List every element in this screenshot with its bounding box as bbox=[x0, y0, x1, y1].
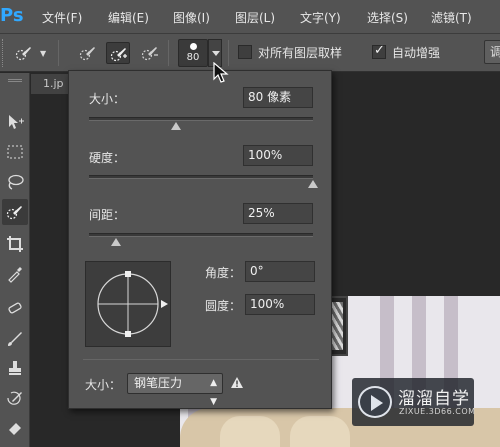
eyedropper-icon bbox=[8, 267, 22, 283]
popup-divider bbox=[83, 359, 319, 360]
angle-input[interactable]: 0° bbox=[245, 261, 315, 282]
size-control-value: 钢笔压力 bbox=[134, 376, 183, 390]
crop-icon bbox=[7, 236, 23, 252]
watermark-title: 溜溜自学 bbox=[398, 389, 470, 409]
menu-image[interactable]: 图像(I) bbox=[173, 9, 210, 26]
bandage-icon bbox=[8, 302, 22, 314]
brush-preset-picker[interactable]: 80 bbox=[178, 39, 208, 67]
size-control-select[interactable]: 钢笔压力 ▲ ▼ bbox=[127, 373, 223, 407]
eraser-tool[interactable] bbox=[2, 415, 28, 441]
refine-edge-button[interactable]: 调 bbox=[484, 40, 500, 64]
size-label: 大小： bbox=[89, 92, 126, 106]
tool-preset-picker[interactable] bbox=[12, 42, 36, 64]
separator bbox=[58, 40, 59, 66]
eraser-icon bbox=[9, 423, 21, 435]
sample-all-layers-checkbox[interactable] bbox=[238, 45, 252, 59]
menu-filter[interactable]: 滤镜(T) bbox=[431, 9, 472, 26]
roundness-input[interactable]: 100% bbox=[245, 294, 315, 315]
sample-all-layers-label: 对所有图层取样 bbox=[258, 46, 343, 60]
sofa-cushion bbox=[220, 416, 280, 447]
size-input[interactable]: 80 像素 bbox=[243, 87, 313, 108]
preset-dropdown-icon[interactable]: ▼ bbox=[40, 49, 46, 58]
size-control-label: 大小： bbox=[85, 378, 122, 392]
hardness-slider-thumb[interactable] bbox=[308, 180, 318, 188]
sofa-cushion bbox=[290, 416, 350, 447]
watermark-url: ZIXUE.3D66.COM bbox=[399, 407, 476, 416]
stamp-icon bbox=[9, 361, 21, 375]
updown-chevron-icon: ▲ ▼ bbox=[210, 378, 217, 407]
crop-tool[interactable] bbox=[2, 231, 28, 257]
brush-add-icon bbox=[110, 48, 127, 62]
brush-preset-popup: 大小： 80 像素 硬度： 100% 间距： 25% 角度： 0° 圆度： 10… bbox=[68, 70, 332, 409]
quick-selection-icon bbox=[6, 206, 22, 220]
tools-panel bbox=[0, 73, 30, 447]
play-logo-icon bbox=[358, 386, 392, 418]
menu-edit[interactable]: 编辑(E) bbox=[108, 9, 149, 26]
menu-file[interactable]: 文件(F) bbox=[42, 9, 82, 26]
roundness-label: 圆度： bbox=[205, 299, 242, 313]
quick-selection-icon bbox=[15, 47, 31, 61]
tools-grip[interactable] bbox=[8, 79, 22, 82]
brush-subtract-icon bbox=[141, 47, 158, 61]
eyedropper-tool[interactable] bbox=[2, 261, 28, 287]
warning-icon bbox=[231, 377, 243, 388]
brush-icon bbox=[8, 332, 22, 346]
size-slider[interactable] bbox=[89, 117, 313, 130]
lasso-icon bbox=[8, 174, 24, 190]
options-grip[interactable] bbox=[2, 39, 5, 67]
add-to-selection-button[interactable] bbox=[106, 42, 130, 64]
spacing-label: 间距： bbox=[89, 208, 126, 222]
move-icon bbox=[9, 115, 24, 129]
hardness-slider[interactable] bbox=[89, 175, 318, 188]
brush-tip-shape-icon bbox=[97, 271, 168, 337]
size-slider-thumb[interactable] bbox=[171, 122, 181, 130]
menu-layer[interactable]: 图层(L) bbox=[235, 9, 275, 26]
brush-tool[interactable] bbox=[2, 325, 28, 351]
hardness-label: 硬度： bbox=[89, 151, 126, 165]
brush-tip-icon bbox=[190, 43, 197, 50]
marquee-tool[interactable] bbox=[2, 139, 28, 165]
document-tab-title: 1.jp bbox=[43, 77, 64, 90]
history-brush-tool[interactable] bbox=[2, 385, 28, 411]
watermark: 溜溜自学 ZIXUE.3D66.COM bbox=[352, 378, 476, 426]
auto-enhance-label: 自动增强 bbox=[392, 46, 441, 60]
auto-enhance-checkbox[interactable] bbox=[372, 43, 386, 59]
mouse-cursor-icon bbox=[213, 62, 229, 83]
history-brush-icon bbox=[7, 391, 22, 405]
photoshop-logo: Ps bbox=[0, 5, 24, 26]
clone-stamp-tool[interactable] bbox=[2, 355, 28, 381]
brush-size-value: 80 bbox=[186, 52, 200, 63]
angle-label: 角度： bbox=[205, 266, 242, 280]
quick-selection-tool[interactable] bbox=[2, 199, 28, 225]
new-selection-button[interactable] bbox=[76, 42, 100, 64]
hardness-input[interactable]: 100% bbox=[243, 145, 313, 166]
marquee-icon bbox=[7, 145, 23, 159]
angle-roundness-widget[interactable] bbox=[85, 261, 171, 347]
move-tool[interactable] bbox=[2, 109, 28, 135]
menu-bar: Ps 文件(F) 编辑(E) 图像(I) 图层(L) 文字(Y) 选择(S) 滤… bbox=[0, 0, 500, 34]
spacing-input[interactable]: 25% bbox=[243, 203, 313, 224]
menu-select[interactable]: 选择(S) bbox=[367, 9, 408, 26]
brush-select-icon bbox=[79, 47, 95, 61]
spacing-slider-thumb[interactable] bbox=[111, 238, 121, 246]
lasso-tool[interactable] bbox=[2, 169, 28, 195]
spacing-slider[interactable] bbox=[89, 233, 313, 246]
subtract-from-selection-button[interactable] bbox=[138, 42, 162, 64]
separator bbox=[168, 40, 169, 66]
healing-brush-tool[interactable] bbox=[2, 295, 28, 321]
menu-type[interactable]: 文字(Y) bbox=[300, 9, 341, 26]
